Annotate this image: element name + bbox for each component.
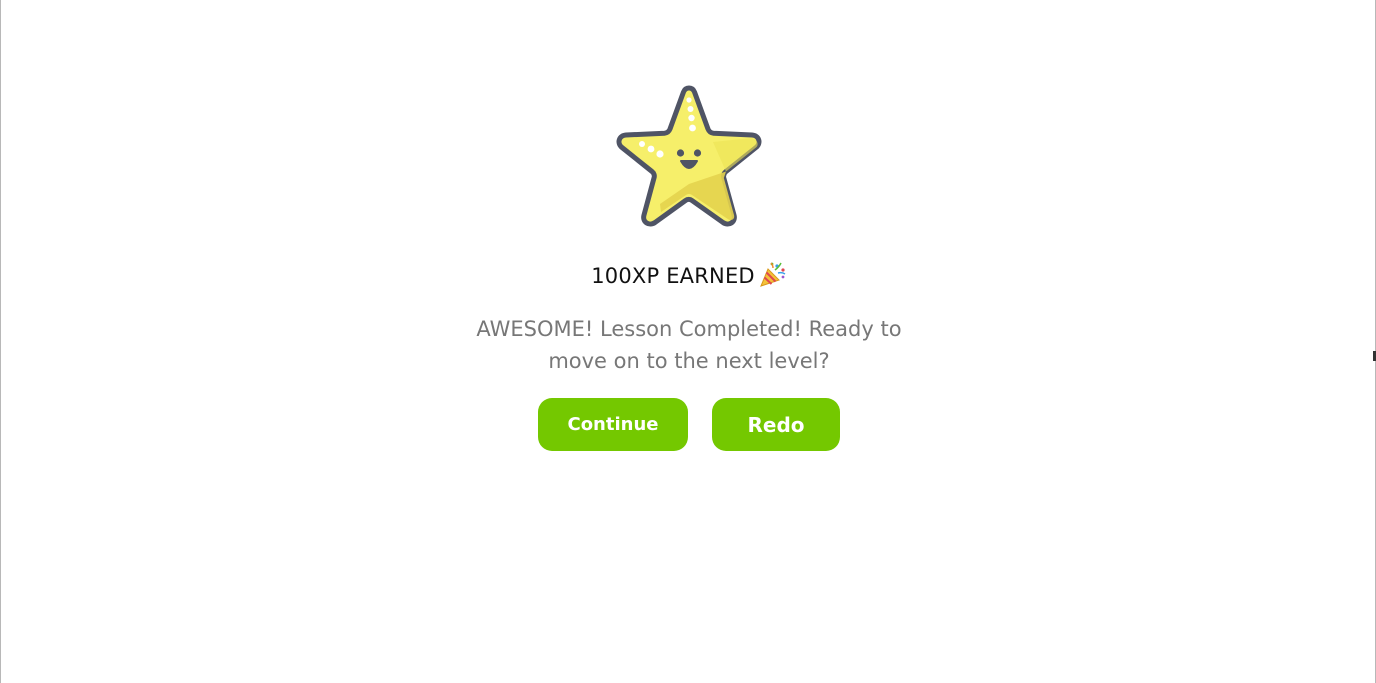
xp-earned-text: 100XP EARNED: [591, 264, 755, 288]
completion-message-line-1: AWESOME! Lesson Completed! Ready to: [476, 317, 902, 341]
party-popper-icon: [759, 261, 787, 292]
xp-earned-heading: 100XP EARNED: [1, 261, 1376, 292]
completion-message: AWESOME! Lesson Completed! Ready to move…: [439, 313, 939, 377]
redo-button[interactable]: Redo: [712, 398, 840, 451]
lesson-complete-screen: 100XP EARNED AWESOME! Lesson Completed! …: [0, 0, 1376, 683]
smiling-star-icon: [616, 85, 762, 227]
completion-message-line-2: move on to the next level?: [548, 349, 830, 373]
continue-button[interactable]: Continue: [538, 398, 688, 451]
